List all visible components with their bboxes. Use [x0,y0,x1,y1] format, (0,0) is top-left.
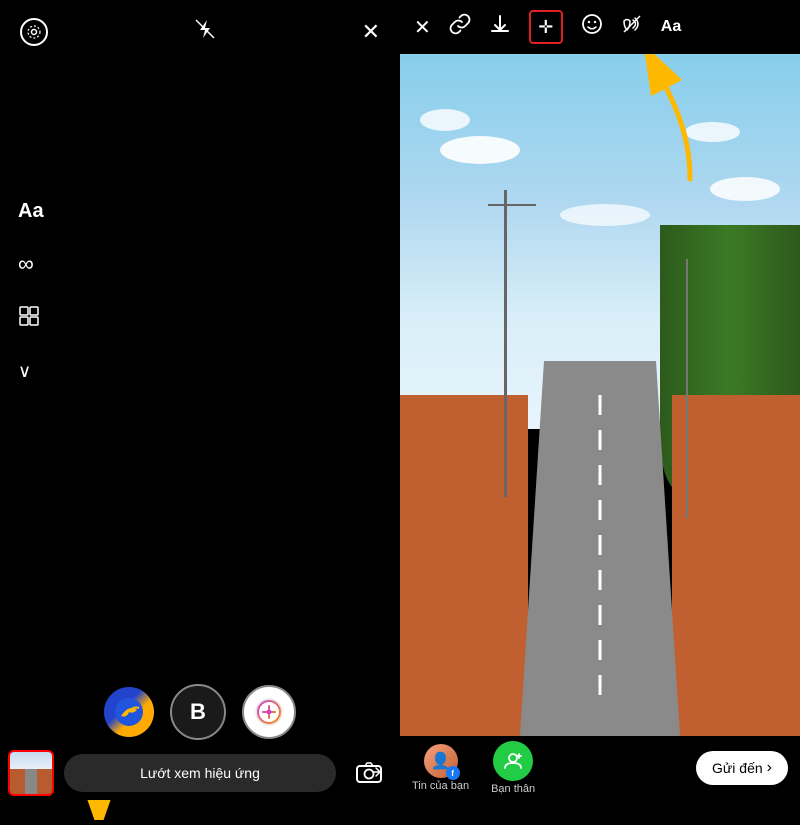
road-scene [400,54,800,736]
send-arrow-icon: › [767,759,772,777]
send-button[interactable]: Gửi đến › [696,751,788,785]
move-tool-button[interactable]: ✛ [529,10,563,44]
link-icon[interactable] [449,13,471,41]
remix-button[interactable] [242,685,296,739]
close-story-icon[interactable]: ✕ [414,15,431,40]
facebook-badge: f [446,766,460,780]
bold-icon: B [190,699,206,725]
story-image [400,54,800,736]
cloud-3 [710,177,780,201]
ground-left [400,395,528,736]
send-label: Gửi đến [712,760,763,776]
thumbnail-selected[interactable] [8,750,54,796]
thumbnail-image [10,752,52,794]
left-panel: ✕ Aa ∞ ∨ [0,0,400,800]
friends-share-item[interactable]: Bạn thân [491,741,535,795]
right-panel: ✕ ✛ [400,0,800,800]
timeline-label: Tin của bạn [412,780,469,792]
left-sidebar: Aa ∞ ∨ [18,200,44,382]
timeline-avatar-group: 👤 f [424,744,458,778]
share-bar: 👤 f Tin của bạn Bạn thân Gửi đến › [400,736,800,800]
friends-icon-button [493,741,533,781]
mute-icon[interactable] [621,13,643,41]
top-bar-left-icons: ✕ ✛ [414,10,681,44]
ground-right [672,395,800,736]
grid-layout-icon[interactable] [18,305,44,333]
flash-off-icon[interactable] [194,18,216,46]
effect-label[interactable]: Lướt xem hiệu ứng [64,754,336,792]
chevron-down-icon[interactable]: ∨ [18,361,44,382]
friends-label: Bạn thân [491,783,535,795]
power-pole-crossbar-left [488,204,536,206]
bold-effect-button[interactable]: B [170,684,226,740]
road-center-line [599,395,602,702]
camera-swap-button[interactable] [346,750,392,796]
right-top-bar: ✕ ✛ [400,0,800,54]
timeline-share-item[interactable]: 👤 f Tin của bạn [412,744,469,792]
effects-row: B [0,684,400,740]
power-pole-left [504,190,507,497]
emoji-sticker-icon[interactable] [581,13,603,41]
download-icon[interactable] [489,13,511,41]
cloud-2 [420,109,470,131]
move-icon: ✛ [538,17,553,38]
cloud-1 [440,136,520,164]
left-top-bar: ✕ [0,0,400,64]
power-pole-right [686,259,689,518]
settings-icon[interactable] [20,18,48,46]
text-add-icon[interactable]: Aa [661,18,681,36]
cloud-5 [560,204,650,226]
snap-icon[interactable] [104,687,154,737]
left-bottom-area: B [0,640,400,800]
effect-label-text: Lướt xem hiệu ứng [140,765,260,781]
infinity-icon[interactable]: ∞ [18,251,44,277]
close-icon[interactable]: ✕ [362,19,380,45]
text-style-icon[interactable]: Aa [18,200,44,223]
bottom-bar: Lướt xem hiệu ứng [0,746,400,800]
